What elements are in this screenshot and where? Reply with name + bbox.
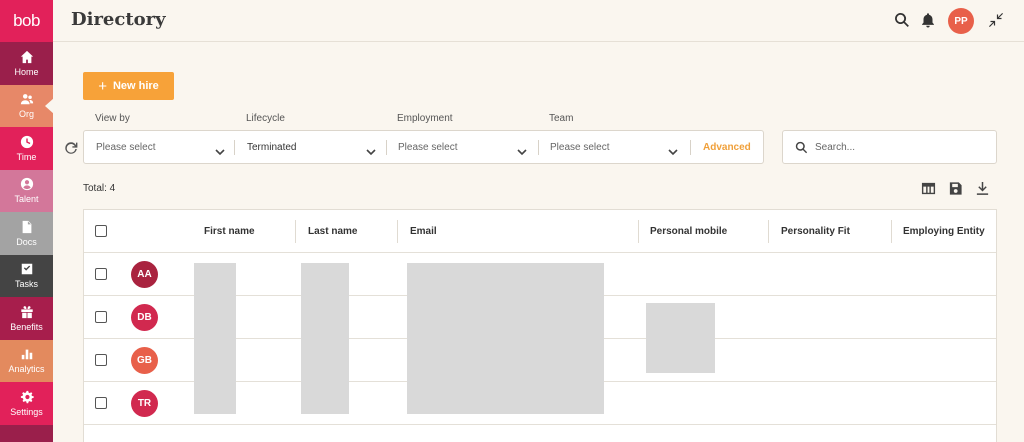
- sidebar-item-benefits[interactable]: Benefits: [0, 297, 53, 340]
- row-checkbox[interactable]: [95, 311, 107, 323]
- redacted-last-names: [301, 263, 349, 414]
- redacted-first-names: [194, 263, 236, 414]
- document-icon: [22, 220, 31, 233]
- user-avatar[interactable]: PP: [948, 8, 974, 34]
- chevron-down-icon[interactable]: [517, 143, 527, 156]
- sidebar-item-analytics[interactable]: Analytics: [0, 339, 53, 382]
- sidebar-item-settings[interactable]: Settings: [0, 382, 53, 425]
- chevron-down-icon[interactable]: [366, 143, 376, 156]
- avatar[interactable]: TR: [131, 390, 158, 417]
- sidebar-item-label: Time: [16, 151, 37, 162]
- row-checkbox[interactable]: [95, 354, 107, 366]
- home-icon: [20, 50, 33, 63]
- table-header: First name Last name Email Personal mobi…: [84, 210, 996, 253]
- select-all-checkbox[interactable]: [95, 225, 107, 237]
- divider: [538, 140, 539, 155]
- search-icon[interactable]: [893, 11, 911, 29]
- page-title: Directory: [71, 9, 166, 30]
- column-header-last-name[interactable]: Last name: [308, 210, 357, 253]
- directory-table: First name Last name Email Personal mobi…: [83, 209, 997, 442]
- redacted-mobile: [646, 303, 715, 373]
- avatar[interactable]: GB: [131, 347, 158, 374]
- filter-bar: Please select Terminated Please select P…: [83, 130, 764, 164]
- avatar[interactable]: DB: [131, 304, 158, 331]
- sidebar-item-label: Analytics: [8, 364, 45, 375]
- row-checkbox[interactable]: [95, 397, 107, 409]
- column-header-personal-mobile[interactable]: Personal mobile: [650, 210, 727, 253]
- sidebar-item-label: Home: [14, 66, 39, 77]
- bar-chart-icon: [21, 349, 32, 360]
- filter-label-team: Team: [549, 113, 574, 124]
- redacted-emails: [407, 263, 604, 414]
- gear-icon: [20, 390, 34, 404]
- search-input[interactable]: [815, 137, 985, 157]
- sidebar-item-home[interactable]: Home: [0, 42, 53, 85]
- filter-label-lifecycle: Lifecycle: [246, 113, 285, 124]
- chevron-down-icon[interactable]: [215, 143, 225, 156]
- sidebar-item-org[interactable]: Org: [0, 84, 54, 127]
- table-columns-icon[interactable]: [921, 181, 936, 196]
- filter-label-view-by: View by: [95, 113, 130, 124]
- view-by-value: Please select: [96, 141, 156, 153]
- team-value: Please select: [550, 141, 610, 153]
- avatar[interactable]: AA: [131, 261, 158, 288]
- sidebar-item-label: Talent: [14, 194, 39, 205]
- sidebar-item-label: Tasks: [14, 279, 38, 290]
- people-icon: [20, 94, 33, 105]
- divider: [234, 140, 235, 155]
- bell-icon[interactable]: [919, 11, 937, 29]
- checklist-icon: [21, 264, 32, 275]
- gift-icon: [20, 305, 33, 318]
- column-divider: [768, 220, 769, 243]
- divider: [690, 140, 691, 155]
- search-icon: [795, 141, 808, 154]
- new-hire-button[interactable]: + New hire: [83, 72, 174, 100]
- plus-icon: +: [98, 77, 107, 95]
- column-header-email[interactable]: Email: [410, 210, 437, 253]
- save-icon[interactable]: [948, 181, 963, 196]
- download-icon[interactable]: [975, 181, 990, 196]
- column-divider: [638, 220, 639, 243]
- collapse-icon[interactable]: [987, 11, 1005, 29]
- chevron-down-icon[interactable]: [668, 143, 678, 156]
- sidebar-item-docs[interactable]: Docs: [0, 212, 53, 255]
- row-checkbox[interactable]: [95, 268, 107, 280]
- sidebar-item-tasks[interactable]: Tasks: [0, 254, 53, 297]
- column-divider: [891, 220, 892, 243]
- sidebar-item-label: Docs: [16, 236, 37, 247]
- column-header-personality-fit[interactable]: Personality Fit: [781, 210, 850, 253]
- user-icon: [20, 178, 33, 191]
- bob-logo[interactable]: bob: [0, 0, 53, 42]
- column-divider: [397, 220, 398, 243]
- search-box: [782, 130, 997, 164]
- advanced-filter-link[interactable]: Advanced: [703, 131, 751, 163]
- sidebar-item-label: Benefits: [10, 321, 43, 332]
- lifecycle-value: Terminated: [247, 141, 297, 153]
- employment-value: Please select: [398, 141, 458, 153]
- top-header: Directory PP: [53, 0, 1024, 42]
- column-header-employing-entity[interactable]: Employing Entity: [903, 210, 985, 253]
- filter-label-employment: Employment: [397, 113, 453, 124]
- sidebar-item-talent[interactable]: Talent: [0, 169, 53, 212]
- column-header-first-name[interactable]: First name: [204, 210, 255, 253]
- sidebar-item-label: Org: [18, 109, 34, 120]
- total-count: Total: 4: [83, 183, 116, 194]
- sidebar-item-time[interactable]: Time: [0, 127, 53, 170]
- sidebar: bob Home Org Time Talent Docs Tasks Bene…: [0, 0, 54, 442]
- refresh-icon[interactable]: [63, 140, 79, 156]
- new-hire-label: New hire: [112, 80, 159, 92]
- divider: [386, 140, 387, 155]
- clock-icon: [20, 135, 33, 148]
- column-divider: [295, 220, 296, 243]
- sidebar-item-label: Settings: [10, 406, 43, 417]
